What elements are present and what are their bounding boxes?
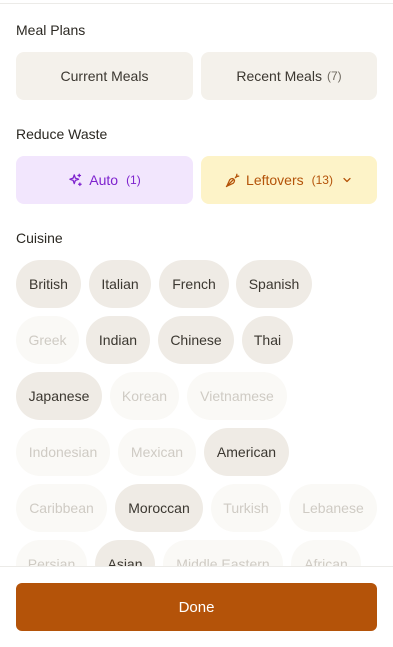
cuisine-chip-lebanese[interactable]: Lebanese [289,484,377,532]
recent-meals-button[interactable]: Recent Meals (7) [201,52,377,100]
auto-label: Auto [89,172,119,188]
cuisine-chip-thai[interactable]: Thai [242,316,293,364]
current-meals-button[interactable]: Current Meals [16,52,193,100]
leftovers-button[interactable]: Leftovers (13) [201,156,377,204]
meal-plans-title: Meal Plans [16,22,86,38]
cuisine-chip-spanish[interactable]: Spanish [236,260,312,308]
current-meals-label: Current Meals [60,68,149,84]
cuisine-chip-middle-eastern[interactable]: Middle Eastern [163,540,283,566]
carrot-icon [225,173,240,188]
recent-meals-label: Recent Meals [236,68,322,84]
recent-meals-count: (7) [326,69,342,83]
auto-button[interactable]: Auto (1) [16,156,193,204]
cuisine-chip-persian[interactable]: Persian [16,540,87,566]
cuisine-chip-indonesian[interactable]: Indonesian [16,428,110,476]
cuisine-chip-mexican[interactable]: Mexican [118,428,196,476]
cuisine-chip-asian[interactable]: Asian [95,540,155,566]
cuisine-chip-british[interactable]: British [16,260,81,308]
auto-count: (1) [126,173,141,187]
cuisine-chip-turkish[interactable]: Turkish [211,484,281,532]
cuisine-chip-moroccan[interactable]: Moroccan [115,484,203,532]
cuisine-chip-korean[interactable]: Korean [110,372,179,420]
chevron-down-icon [341,174,353,186]
cuisine-chip-indian[interactable]: Indian [86,316,150,364]
cuisine-chip-chinese[interactable]: Chinese [158,316,234,364]
cuisine-chip-caribbean[interactable]: Caribbean [16,484,107,532]
done-label: Done [178,598,215,616]
cuisine-chip-list: British Italian French Spanish Greek Ind… [16,260,381,566]
cuisine-chip-vietnamese[interactable]: Vietnamese [187,372,287,420]
top-divider [0,3,393,4]
done-button[interactable]: Done [16,583,377,631]
cuisine-chip-african[interactable]: African [291,540,361,566]
cuisine-chip-italian[interactable]: Italian [89,260,151,308]
cuisine-chip-french[interactable]: French [159,260,229,308]
reduce-waste-title: Reduce Waste [16,126,108,142]
cuisine-chip-american[interactable]: American [204,428,289,476]
cuisine-title: Cuisine [16,230,63,246]
cuisine-chip-japanese[interactable]: Japanese [16,372,102,420]
sparkles-icon [68,173,83,188]
leftovers-label: Leftovers [246,172,304,188]
leftovers-count: (13) [311,173,333,187]
footer-bar: Done [0,566,393,647]
cuisine-chip-greek[interactable]: Greek [16,316,79,364]
